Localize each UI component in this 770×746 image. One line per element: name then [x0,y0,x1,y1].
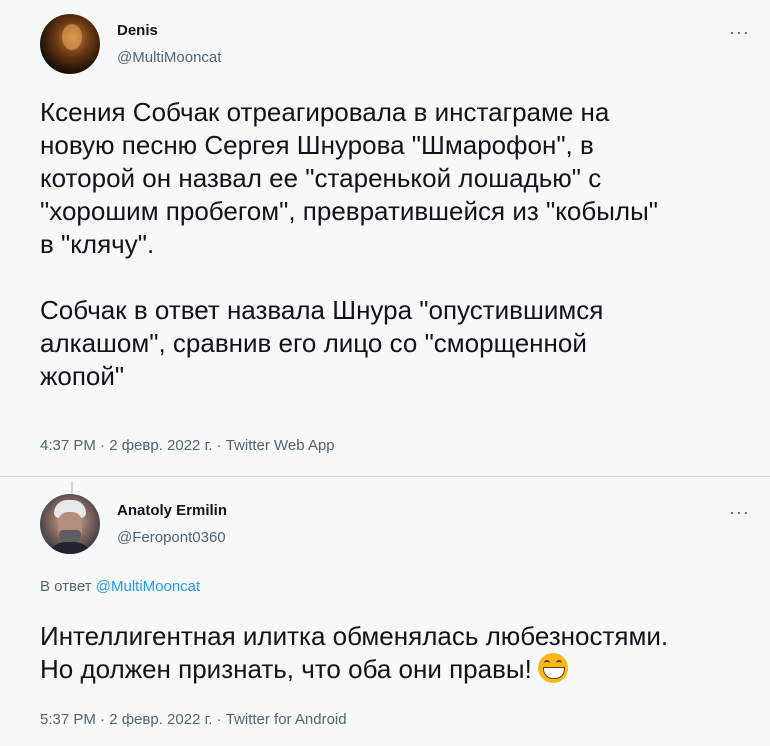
avatar-shirt [46,542,94,554]
emoji-eye [555,660,562,666]
tweet-original[interactable]: Denis @MultiMooncat ··· Ксения Собчак от… [0,0,770,476]
tweet-meta[interactable]: 4:37 PM · 2 февр. 2022 г. · Twitter Web … [40,437,335,454]
avatar-denis[interactable] [40,14,100,74]
more-options-icon[interactable]: ··· [729,502,750,523]
tweet-reply[interactable]: Anatoly Ermilin @Feropont0360 ··· В отве… [0,476,770,746]
reply-context: В ответ @MultiMooncat [40,578,200,595]
emoji-mouth [542,667,565,679]
avatar-anatoly[interactable] [40,494,100,554]
tweet-text: Интеллигентная илитка обменялась любезно… [40,620,755,686]
author-name[interactable]: Denis [117,22,158,39]
grinning-face-icon [537,653,568,683]
author-handle[interactable]: @Feropont0360 [117,529,226,546]
reply-handle-link[interactable]: @MultiMooncat [96,578,200,595]
more-options-icon[interactable]: ··· [729,22,750,43]
tweet-text-content: Интеллигентная илитка обменялась любезно… [40,621,669,684]
author-handle[interactable]: @MultiMooncat [117,49,221,66]
tweet-text: Ксения Собчак отреагировала в инстаграме… [40,97,659,391]
author-name[interactable]: Anatoly Ermilin [117,502,227,519]
avatar-glow [62,24,82,50]
reply-prefix: В ответ [40,578,92,595]
emoji-eye [543,660,550,666]
tweet-meta[interactable]: 5:37 PM · 2 февр. 2022 г. · Twitter for … [40,711,347,728]
